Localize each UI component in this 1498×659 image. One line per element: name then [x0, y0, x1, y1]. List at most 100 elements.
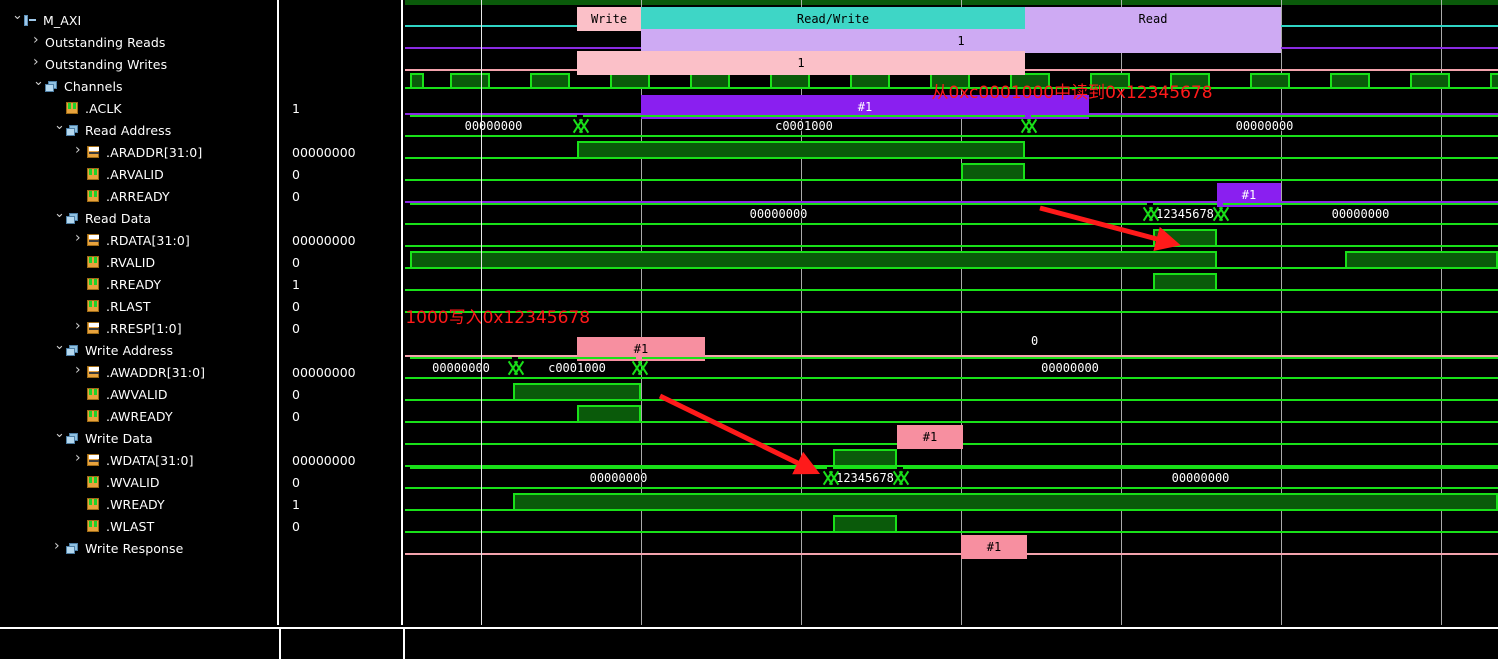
wave-signal-icon — [87, 387, 103, 401]
signal-value: 0 — [292, 254, 300, 270]
transaction-bar[interactable]: 1 — [577, 51, 1025, 75]
module-icon — [24, 13, 40, 27]
signal-pulse — [833, 449, 897, 467]
bus-value-segment: 00000000 — [1031, 115, 1498, 137]
wave-panel-footer — [405, 627, 1498, 659]
chevron-down-icon[interactable]: ⌄ — [52, 207, 66, 229]
bus-value-segment: 00000000 — [410, 115, 577, 137]
chevron-right-icon[interactable]: › — [73, 361, 87, 383]
waveform-top-band — [405, 0, 1498, 5]
bus-transition-marker — [1025, 115, 1037, 137]
group-icon — [66, 541, 82, 555]
scalar-value-label: 0 — [1031, 334, 1039, 348]
chevron-right-icon[interactable]: › — [73, 229, 87, 251]
bus-value-segment: c0001000 — [518, 357, 636, 379]
chevron-down-icon[interactable]: ⌄ — [31, 75, 45, 97]
bus-value-segment: 00000000 — [410, 467, 827, 489]
signal-value: 0 — [292, 408, 300, 424]
signal-value: 0 — [292, 320, 300, 336]
bus-transition-marker — [1147, 203, 1159, 225]
tree-item-label: .ARREADY — [106, 188, 170, 204]
value-panel-footer — [281, 627, 405, 659]
transaction-bar[interactable]: Read/Write — [641, 7, 1025, 31]
transaction-bar[interactable]: 1 — [641, 29, 1281, 53]
tree-row-outstanding-reads[interactable]: › Outstanding Reads — [0, 31, 310, 53]
signal-value: 1 — [292, 496, 300, 512]
bus-value-label: c0001000 — [775, 119, 833, 133]
signal-value: 1 — [292, 276, 300, 292]
tree-item-label: .WDATA[31:0] — [106, 452, 194, 468]
chevron-down-icon[interactable]: ⌄ — [10, 9, 24, 31]
signal-pulse — [513, 383, 641, 401]
signal-value — [281, 75, 403, 97]
bus-value-label: 00000000 — [464, 119, 523, 133]
signal-pulse — [577, 141, 1025, 159]
wave-signal-icon — [87, 497, 103, 511]
signal-name-panel[interactable]: ⌄ M_AXI › Outstanding Reads › Outstanding Wri… — [0, 0, 279, 625]
tree-item-label: .WVALID — [106, 474, 160, 490]
signal-rail — [405, 289, 1498, 291]
chevron-right-icon[interactable]: › — [31, 31, 45, 53]
bus-value-segment: 00000000 — [410, 203, 1147, 225]
annotation-arrow-1 — [658, 393, 821, 475]
signal-value: 00000000 — [292, 452, 356, 468]
signal-value: 0 — [292, 474, 300, 490]
signal-value — [281, 339, 403, 361]
bus-transition-marker — [897, 467, 909, 489]
chevron-right-icon[interactable]: › — [73, 449, 87, 471]
signal-value: 0 — [292, 298, 300, 314]
transaction-bar[interactable]: Read — [1025, 7, 1281, 31]
bus-value-label: 00000000 — [1235, 119, 1294, 133]
chevron-right-icon[interactable]: › — [73, 317, 87, 339]
bus-value-segment: 12345678 — [833, 467, 897, 489]
bus-value-segment: 00000000 — [642, 357, 1498, 379]
signal-value: 00000000 — [292, 364, 356, 380]
bus-value-segment: 00000000 — [1223, 203, 1498, 225]
chevron-right-icon[interactable]: › — [31, 53, 45, 75]
signal-pulse — [1153, 273, 1217, 291]
tree-item-label: .ACLK — [85, 100, 122, 116]
signal-pulse — [961, 163, 1025, 181]
signal-pulse — [513, 493, 1498, 511]
transaction-bar[interactable]: #1 — [961, 535, 1027, 559]
tree-row-channels[interactable]: ⌄ Channels — [0, 75, 310, 97]
signal-value — [281, 119, 403, 141]
tree-panel-footer — [0, 627, 281, 659]
wave-signal-icon — [87, 299, 103, 313]
bus-transition-marker — [636, 357, 648, 379]
bus-value-label: 00000000 — [589, 471, 648, 485]
waveform-cursor[interactable] — [481, 0, 482, 625]
transaction-bar[interactable]: #1 — [897, 425, 963, 449]
signal-value: 00000000 — [292, 232, 356, 248]
tree-item-label: Write Data — [85, 430, 153, 446]
chevron-down-icon[interactable]: ⌄ — [52, 119, 66, 141]
bus-signal-icon — [87, 321, 103, 335]
tree-item-label: Read Data — [85, 210, 152, 226]
bus-value-segment: 12345678 — [1153, 203, 1217, 225]
signal-value-panel[interactable]: 1 00000000 0 0 00000000 0 1 0 0 00000000 0 0 0000000… — [281, 0, 403, 625]
chevron-right-icon[interactable]: › — [73, 141, 87, 163]
waveform-annotation: 向0xc0001000写入0x12345678 — [405, 308, 591, 328]
tree-item-label: .AWVALID — [106, 386, 168, 402]
waveform-annotation: 从0xc0001000中读到0x12345678 — [931, 83, 1213, 103]
waveform-canvas[interactable]: Write Read/Write Read 1 1 #1 #1 #1 #1 #1 00000000 c… — [405, 0, 1498, 625]
tree-item-label: .AWADDR[31:0] — [106, 364, 206, 380]
chevron-right-icon[interactable]: › — [52, 537, 66, 559]
bus-value-label: 00000000 — [432, 361, 490, 375]
bus-signal-icon — [87, 453, 103, 467]
tree-row-m-axi[interactable]: ⌄ M_AXI — [0, 9, 289, 31]
chevron-down-icon[interactable]: ⌄ — [52, 339, 66, 361]
signal-pulse — [577, 405, 641, 423]
bus-transition-marker — [1217, 203, 1229, 225]
bus-signal-icon — [87, 145, 103, 159]
tree-row-outstanding-writes[interactable]: › Outstanding Writes — [0, 53, 310, 75]
chevron-down-icon[interactable]: ⌄ — [52, 427, 66, 449]
waveform-panel[interactable]: Write Read/Write Read 1 1 #1 #1 #1 #1 #1 00000000 c… — [405, 0, 1498, 625]
transaction-bar[interactable]: Write — [577, 7, 641, 31]
